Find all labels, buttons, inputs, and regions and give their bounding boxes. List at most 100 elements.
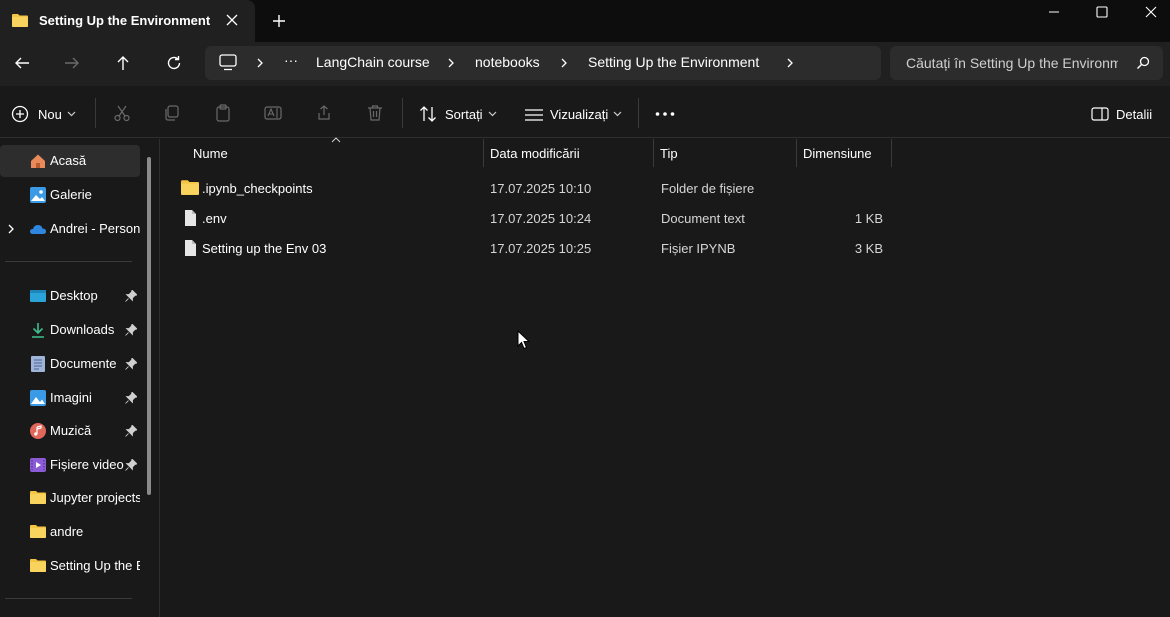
- sidebar-item-setting-up-the-environment[interactable]: Setting Up the Environment: [0, 550, 140, 582]
- column-header-type[interactable]: Tip: [653, 139, 796, 167]
- view-list-icon[interactable]: [525, 109, 543, 121]
- forward-arrow-icon[interactable]: [63, 54, 81, 72]
- folder-icon: [30, 490, 46, 506]
- sidebar-item-onedrive[interactable]: Andrei - Personal: [0, 213, 140, 245]
- this-pc-icon[interactable]: [219, 54, 237, 71]
- breadcrumb-notebooks[interactable]: notebooks: [475, 54, 540, 70]
- pin-icon: [125, 392, 137, 404]
- minimize-icon[interactable]: [1045, 4, 1063, 20]
- file-size: 1 KB: [854, 211, 883, 226]
- breadcrumb-setting-up-the-environment[interactable]: Setting Up the Environment: [588, 54, 759, 70]
- file-name[interactable]: .ipynb_checkpoints: [202, 181, 313, 196]
- up-arrow-icon[interactable]: [114, 54, 132, 72]
- file-type: Document text: [661, 211, 745, 226]
- search-placeholder: Căutați în Setting Up the Environment: [906, 55, 1118, 71]
- address-bar[interactable]: ··· LangChain course notebooks Setting U…: [205, 46, 881, 80]
- mouse-pointer-icon: [517, 330, 531, 350]
- sidebar-item-jupyter-projects[interactable]: Jupyter projects: [0, 482, 140, 514]
- table-row[interactable]: .env 17.07.2025 10:24 Document text 1 KB: [161, 203, 901, 233]
- close-window-icon[interactable]: [1142, 4, 1160, 20]
- video-icon: [30, 457, 46, 473]
- sidebar-item-videos[interactable]: Fișiere video: [0, 449, 140, 481]
- divider: [402, 98, 403, 128]
- document-icon: [30, 356, 46, 372]
- new-plus-icon[interactable]: [11, 105, 29, 123]
- folder-icon: [30, 524, 46, 540]
- pin-icon: [125, 358, 137, 370]
- file-type: Folder de fișiere: [661, 181, 755, 196]
- tab-active[interactable]: Setting Up the Environment: [0, 0, 255, 42]
- sidebar-item-pictures[interactable]: Imagini: [0, 382, 140, 414]
- chevron-down-icon[interactable]: [613, 111, 622, 117]
- chevron-right-icon[interactable]: [785, 57, 795, 69]
- chevron-right-icon[interactable]: [7, 223, 15, 235]
- new-button[interactable]: Nou: [38, 107, 62, 122]
- share-icon[interactable]: [315, 104, 333, 122]
- search-input[interactable]: Căutați în Setting Up the Environment: [890, 46, 1163, 80]
- sidebar-item-gallery[interactable]: Galerie: [0, 179, 140, 211]
- chevron-right-icon[interactable]: [255, 57, 265, 69]
- file-date: 17.07.2025 10:10: [490, 181, 592, 196]
- pin-icon: [125, 459, 137, 471]
- cut-icon[interactable]: [113, 104, 131, 122]
- chevron-down-icon[interactable]: [67, 111, 76, 117]
- chevron-right-icon[interactable]: [559, 57, 569, 69]
- sidebar-item-andre[interactable]: andre: [0, 516, 140, 548]
- sidebar-scrollbar[interactable]: [147, 157, 151, 495]
- sidebar-item-downloads[interactable]: Downloads: [0, 314, 140, 346]
- pictures-icon: [30, 390, 46, 406]
- details-button[interactable]: Detalii: [1116, 107, 1152, 122]
- column-header-date[interactable]: Data modificării: [483, 139, 653, 167]
- folder-icon: [181, 179, 199, 197]
- table-row[interactable]: .ipynb_checkpoints 17.07.2025 10:10 Fold…: [161, 173, 901, 203]
- more-options-icon[interactable]: [655, 112, 675, 116]
- breadcrumb-ellipsis[interactable]: ···: [284, 52, 298, 68]
- sort-icon[interactable]: [419, 106, 437, 122]
- file-list: Nume Data modificării Tip Dimensiune .ip…: [161, 137, 1170, 617]
- onedrive-cloud-icon: [30, 221, 46, 237]
- paste-icon[interactable]: [214, 104, 232, 122]
- file-name[interactable]: .env: [202, 211, 227, 226]
- column-header-size[interactable]: Dimensiune: [796, 139, 891, 167]
- folder-icon: [30, 558, 46, 574]
- divider: [5, 261, 132, 262]
- title-bar: Setting Up the Environment: [0, 0, 1170, 42]
- navigation-bar: ··· LangChain course notebooks Setting U…: [0, 42, 1170, 86]
- back-arrow-icon[interactable]: [13, 54, 31, 72]
- navigation-pane: Acasă Galerie Andrei - Personal Desktop …: [0, 139, 160, 617]
- search-icon[interactable]: [1136, 56, 1150, 70]
- sidebar-item-home[interactable]: Acasă: [0, 145, 140, 177]
- table-row[interactable]: Setting up the Env 03 17.07.2025 10:25 F…: [161, 233, 901, 263]
- chevron-right-icon[interactable]: [446, 57, 456, 69]
- column-header-name[interactable]: Nume: [186, 139, 483, 167]
- file-name[interactable]: Setting up the Env 03: [202, 241, 326, 256]
- download-icon: [30, 322, 46, 338]
- close-tab-icon[interactable]: [225, 13, 239, 27]
- breadcrumb-langchain-course[interactable]: LangChain course: [316, 54, 430, 70]
- column-divider[interactable]: [891, 139, 892, 167]
- music-icon: [30, 423, 46, 439]
- delete-icon[interactable]: [366, 104, 384, 122]
- sidebar-item-documents[interactable]: Documente: [0, 348, 140, 380]
- gallery-icon: [30, 187, 46, 203]
- sidebar-item-desktop[interactable]: Desktop: [0, 280, 140, 312]
- view-button[interactable]: Vizualizați: [550, 107, 608, 122]
- new-tab-icon[interactable]: [271, 13, 287, 29]
- details-pane-icon[interactable]: [1091, 107, 1109, 121]
- file-date: 17.07.2025 10:25: [490, 241, 592, 256]
- sidebar-item-music[interactable]: Muzică: [0, 415, 140, 447]
- file-size: 3 KB: [854, 241, 883, 256]
- file-date: 17.07.2025 10:24: [490, 211, 592, 226]
- tab-title: Setting Up the Environment: [39, 13, 211, 28]
- sort-button[interactable]: Sortați: [445, 107, 483, 122]
- refresh-icon[interactable]: [165, 54, 183, 72]
- maximize-icon[interactable]: [1093, 4, 1111, 20]
- desktop-icon: [30, 288, 46, 304]
- file-icon: [181, 209, 199, 227]
- divider: [5, 598, 132, 599]
- copy-icon[interactable]: [163, 104, 181, 122]
- divider: [638, 98, 639, 128]
- rename-icon[interactable]: [264, 104, 282, 122]
- chevron-down-icon[interactable]: [488, 111, 497, 117]
- divider: [95, 98, 96, 128]
